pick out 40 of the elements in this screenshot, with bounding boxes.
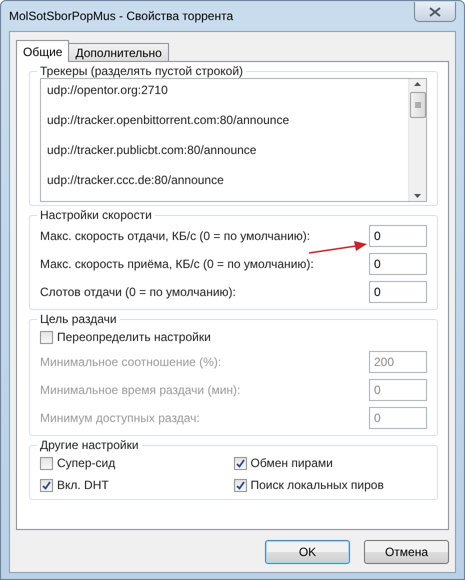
- close-icon: [429, 6, 441, 16]
- number-field[interactable]: 0: [369, 281, 427, 303]
- checkbox-label: Вкл. DHT: [57, 478, 109, 492]
- checkbox[interactable]: [40, 330, 53, 344]
- field-label: Минимальное соотношение (%):: [40, 355, 222, 369]
- field-label: Макс. скорость приёма, КБ/с (0 = по умолчанию):: [40, 257, 314, 271]
- checkbox[interactable]: [234, 478, 246, 492]
- group-title: Цель раздачи: [39, 312, 118, 326]
- tab[interactable]: Дополнительно: [68, 43, 169, 62]
- checkbox-label: Супер-сид: [57, 456, 116, 470]
- number-field[interactable]: 0: [369, 253, 427, 275]
- checkbox-label: Обмен пирами: [250, 456, 333, 470]
- close-button[interactable]: [414, 2, 456, 22]
- tracker-url: udp://tracker.ccc.de:80/announce: [47, 173, 225, 188]
- window-title: MolSotSborPopMus - Свойства торрента: [9, 9, 234, 23]
- scroll-up-icon[interactable]: [414, 82, 421, 86]
- tracker-url: udp://tracker.openbittorrent.com:80/announce: [47, 113, 290, 128]
- grip-icon: [414, 102, 420, 108]
- checkbox[interactable]: [40, 456, 53, 470]
- number-field[interactable]: 0: [369, 225, 427, 247]
- scrollbar[interactable]: [408, 79, 426, 201]
- tracker-url: udp://opentor.org:2710: [47, 83, 169, 98]
- checkbox-label: Переопределить настройки: [57, 330, 211, 344]
- field-label: Макс. скорость отдачи, КБ/с (0 = по умолчанию):: [40, 229, 310, 243]
- field-label: Минимум доступных раздач:: [40, 411, 200, 425]
- checkbox-label: Поиск локальных пиров: [250, 478, 384, 492]
- group-title: Настройки скорости: [39, 208, 153, 222]
- scroll-down-icon[interactable]: [414, 194, 421, 198]
- group-title: Другие настройки: [39, 438, 140, 452]
- tracker-url: udp://tracker.publicbt.com:80/announce: [47, 143, 258, 158]
- tab[interactable]: Общие: [16, 40, 70, 62]
- field-label: Слотов отдачи (0 = по умолчанию):: [40, 285, 236, 299]
- field-label: Минимальное время раздачи (мин):: [40, 383, 240, 397]
- dialog-button[interactable]: OK: [265, 540, 350, 564]
- checkbox[interactable]: [40, 478, 53, 492]
- annotation-arrow: [308, 240, 368, 254]
- trackers-text-area[interactable]: udp://opentor.org:2710 udp://tracker.openbittorrent.com:80/announce udp://tracker.publicbt.com:80/announce udp://tracker.ccc.de:80/announce: [40, 78, 427, 202]
- checkbox[interactable]: [234, 456, 246, 470]
- group-title: Трекеры (разделять пустой строкой): [39, 64, 244, 78]
- dialog-button[interactable]: Отмена: [364, 540, 449, 564]
